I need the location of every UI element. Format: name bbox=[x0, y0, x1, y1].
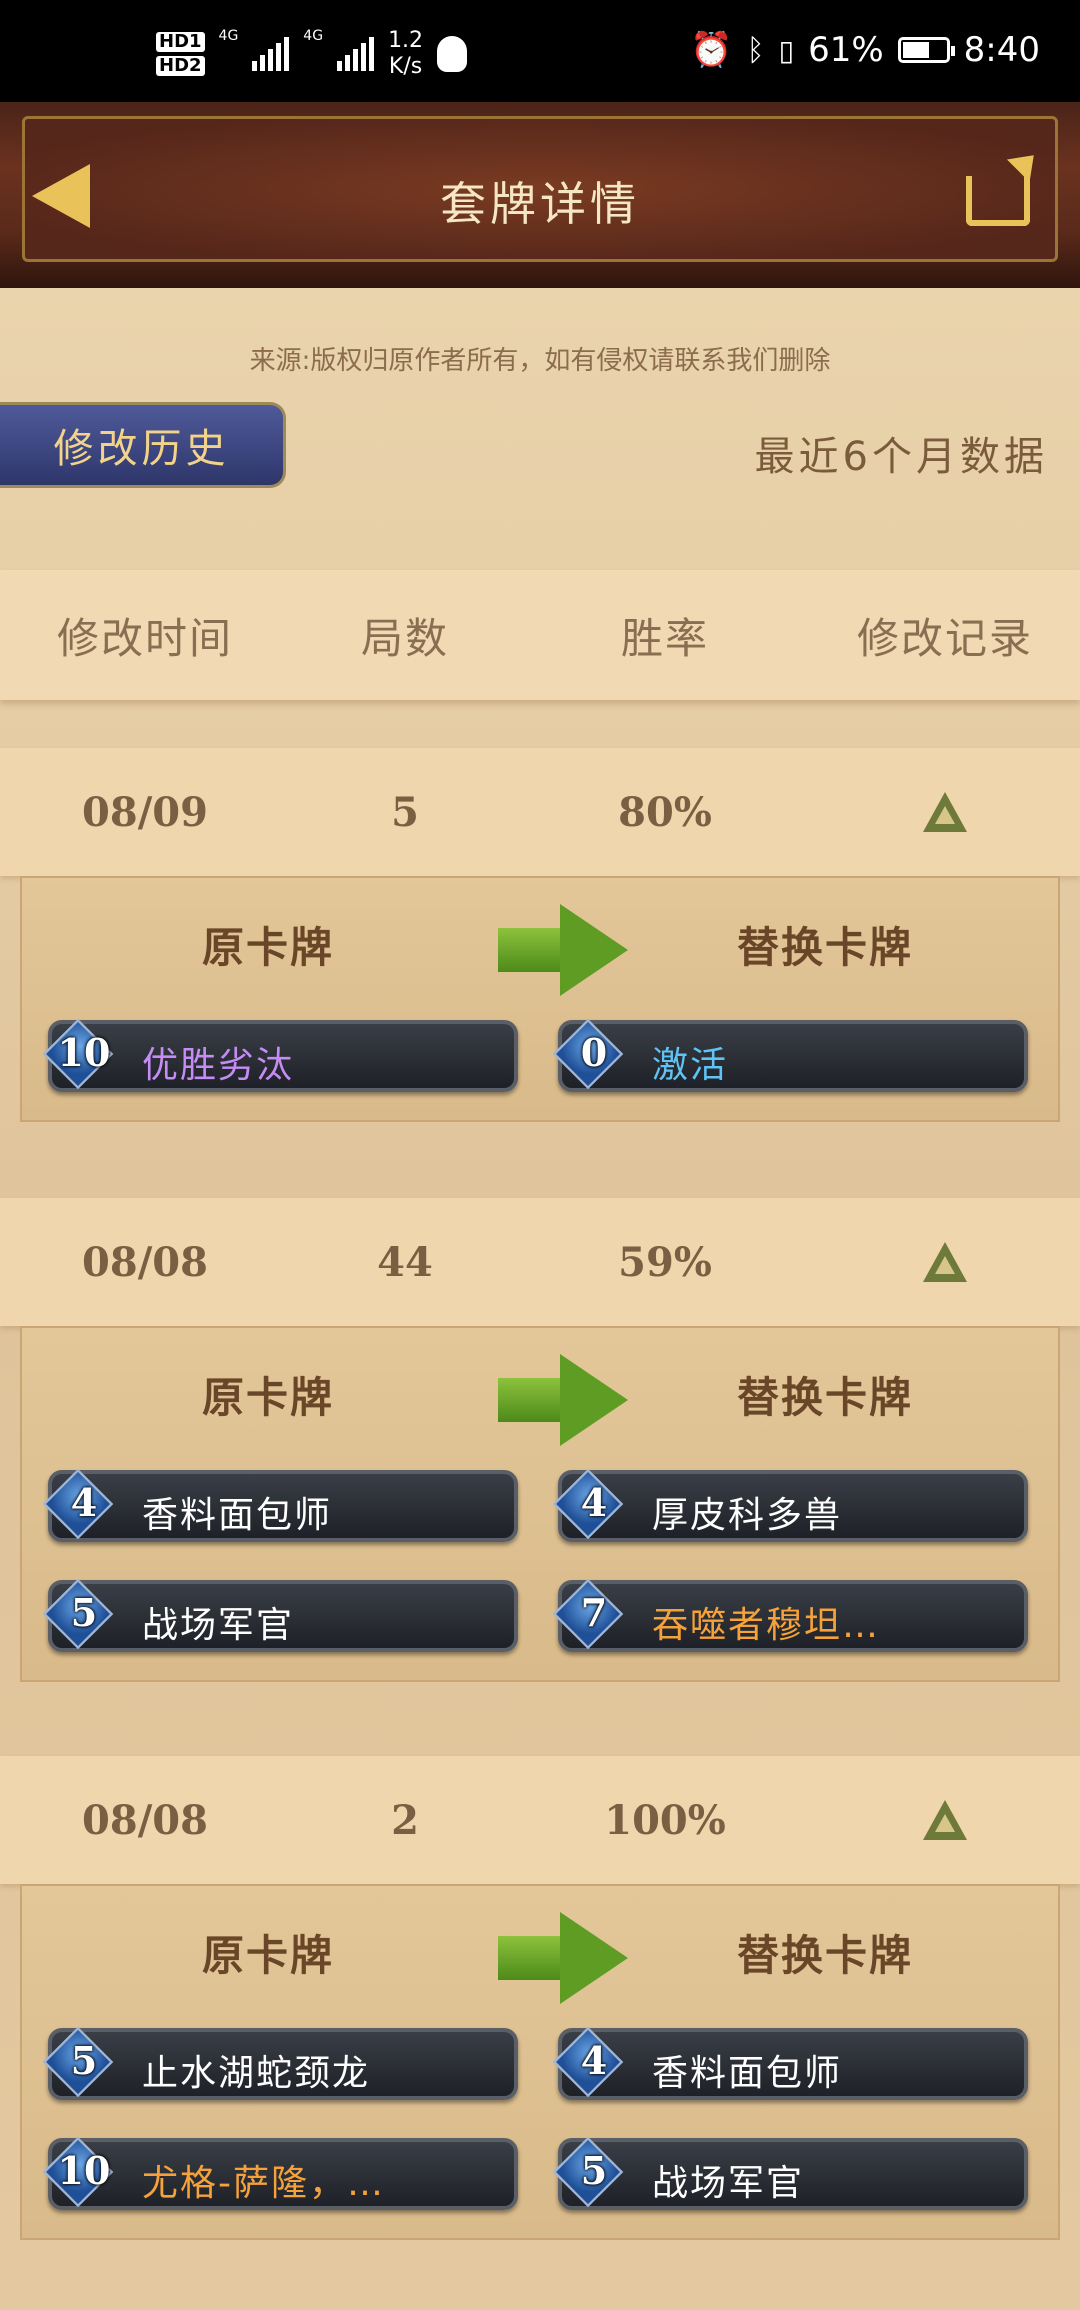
record-summary[interactable]: 08/08 2 100% bbox=[0, 1756, 1080, 1884]
card-name: 香料面包师 bbox=[142, 1495, 333, 1536]
replacement-cards-label: 替换卡牌 bbox=[737, 1931, 914, 1980]
card-name: 优胜劣汰 bbox=[142, 1045, 295, 1086]
header-winrate: 胜率 bbox=[620, 613, 709, 663]
collapse-triangle-icon bbox=[923, 792, 967, 832]
record-winrate: 100% bbox=[604, 1796, 726, 1844]
record-games: 5 bbox=[391, 788, 419, 836]
source-note: 来源:版权归原作者所有，如有侵权请联系我们删除 bbox=[249, 346, 831, 376]
card-cost: 5 bbox=[580, 2148, 608, 2193]
card-tile[interactable]: 4 香料面包师 bbox=[42, 1468, 518, 1542]
record-winrate: 80% bbox=[618, 788, 712, 836]
card-tile[interactable]: 10 优胜劣汰 bbox=[42, 1018, 518, 1092]
bluetooth-icon: ᛒ bbox=[746, 32, 765, 68]
arrow-right-icon bbox=[498, 904, 628, 996]
history-tab[interactable]: 修改历史 bbox=[0, 402, 286, 488]
card-cost: 10 bbox=[57, 1030, 111, 1075]
card-tile[interactable]: 0 激活 bbox=[552, 1018, 1028, 1092]
period-label: 最近6个月数据 bbox=[754, 434, 1048, 480]
record-games: 2 bbox=[391, 1796, 419, 1844]
record-date: 08/09 bbox=[82, 788, 208, 836]
card-name: 激活 bbox=[652, 1045, 729, 1086]
record-detail: 原卡牌 替换卡牌 4 香料面包师 4 厚皮科多兽 5 战场军官 7 吞噬者穆坦… bbox=[20, 1326, 1060, 1682]
page-title: 套牌详情 bbox=[440, 177, 640, 231]
card-name: 战场军官 bbox=[652, 2163, 805, 2204]
card-name: 尤格-萨隆，… bbox=[142, 2163, 385, 2204]
card-cost: 7 bbox=[580, 1590, 608, 1635]
card-cost: 0 bbox=[580, 1030, 608, 1075]
hd1-icon: HD1 bbox=[156, 32, 205, 52]
replacement-cards-label: 替换卡牌 bbox=[737, 1373, 914, 1422]
collapse-triangle-icon bbox=[923, 1242, 967, 1282]
signal-icon bbox=[337, 37, 375, 71]
card-cost: 4 bbox=[580, 2038, 608, 2083]
card-cost: 5 bbox=[70, 2038, 98, 2083]
record-summary[interactable]: 08/08 44 59% bbox=[0, 1198, 1080, 1326]
battery-level bbox=[902, 42, 930, 58]
signal-icon bbox=[252, 37, 290, 71]
card-cost: 4 bbox=[70, 1480, 98, 1525]
card-name: 吞噬者穆坦… bbox=[652, 1605, 881, 1646]
card-name: 止水湖蛇颈龙 bbox=[142, 2053, 371, 2094]
status-bar: HD1 HD2 4G 4G 1.2 K/s ⏰ ᛒ ▯ 61% 8:40 bbox=[0, 0, 1080, 102]
card-name: 厚皮科多兽 bbox=[652, 1495, 843, 1536]
status-right: ⏰ ᛒ ▯ 61% 8:40 bbox=[690, 30, 1040, 70]
card-tile[interactable]: 5 止水湖蛇颈龙 bbox=[42, 2026, 518, 2100]
card-tile[interactable]: 7 吞噬者穆坦… bbox=[552, 1578, 1028, 1652]
collapse-toggle[interactable] bbox=[810, 1800, 1080, 1840]
arrow-right-icon bbox=[498, 1912, 628, 2004]
record-winrate: 59% bbox=[618, 1238, 712, 1286]
original-cards-label: 原卡牌 bbox=[202, 923, 335, 972]
qq-icon bbox=[437, 36, 468, 72]
clock: 8:40 bbox=[963, 30, 1040, 70]
collapse-triangle-icon bbox=[923, 1800, 967, 1840]
battery-icon bbox=[897, 37, 955, 63]
header-modify-time: 修改时间 bbox=[56, 613, 233, 663]
record-detail: 原卡牌 替换卡牌 10 优胜劣汰 0 激活 bbox=[20, 876, 1060, 1122]
speed-value: 1.2 bbox=[388, 28, 424, 53]
card-cost: 10 bbox=[57, 2148, 111, 2193]
record-date: 08/08 bbox=[82, 1238, 208, 1286]
network-speed: 1.2 K/s bbox=[388, 28, 423, 80]
record-date: 08/08 bbox=[82, 1796, 208, 1844]
card-cost: 4 bbox=[580, 1480, 608, 1525]
hd-indicators: HD1 HD2 bbox=[156, 32, 205, 76]
card-tile[interactable]: 4 香料面包师 bbox=[552, 2026, 1028, 2100]
record-detail: 原卡牌 替换卡牌 5 止水湖蛇颈龙 4 香料面包师 10 尤格-萨隆，… 5 战… bbox=[20, 1884, 1060, 2240]
card-tile[interactable]: 5 战场军官 bbox=[552, 2136, 1028, 2210]
card-tile[interactable]: 10 尤格-萨隆，… bbox=[42, 2136, 518, 2210]
original-cards-label: 原卡牌 bbox=[202, 1373, 335, 1422]
record-games: 44 bbox=[377, 1238, 433, 1286]
speed-unit: K/s bbox=[388, 54, 423, 79]
header: 套牌详情 bbox=[0, 102, 1080, 294]
card-tile[interactable]: 5 战场军官 bbox=[42, 1578, 518, 1652]
card-name: 战场军官 bbox=[142, 1605, 295, 1646]
battery-percent: 61% bbox=[808, 30, 884, 70]
share-icon[interactable] bbox=[966, 176, 1030, 226]
status-left: HD1 HD2 4G 4G 1.2 K/s bbox=[156, 28, 468, 80]
collapse-toggle[interactable] bbox=[810, 1242, 1080, 1282]
network-type-2: 4G bbox=[303, 28, 324, 44]
hd2-icon: HD2 bbox=[156, 56, 205, 76]
record-summary[interactable]: 08/09 5 80% bbox=[0, 748, 1080, 876]
arrow-right-icon bbox=[498, 1354, 628, 1446]
header-games: 局数 bbox=[360, 613, 449, 663]
table-header: 修改时间 局数 胜率 修改记录 bbox=[0, 570, 1080, 700]
original-cards-label: 原卡牌 bbox=[202, 1931, 335, 1980]
header-record: 修改记录 bbox=[856, 613, 1033, 663]
replacement-cards-label: 替换卡牌 bbox=[737, 923, 914, 972]
network-type-1: 4G bbox=[218, 28, 239, 44]
alarm-icon: ⏰ bbox=[690, 30, 733, 70]
card-tile[interactable]: 4 厚皮科多兽 bbox=[552, 1468, 1028, 1542]
card-cost: 5 bbox=[70, 1590, 98, 1635]
collapse-toggle[interactable] bbox=[810, 792, 1080, 832]
card-name: 香料面包师 bbox=[652, 2053, 843, 2094]
vibrate-icon: ▯ bbox=[778, 33, 795, 67]
